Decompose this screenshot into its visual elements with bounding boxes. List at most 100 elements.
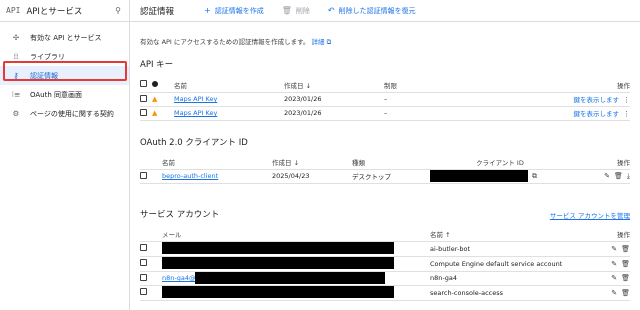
table-row: Compute Engine default service account ✎… [140,256,630,272]
download-icon[interactable]: ⤓ [627,172,630,180]
arrow-down-icon: ↓ [293,158,300,167]
delete-button[interactable]: 🗑 削除 [282,6,310,16]
main-content: 認証情報 + 認証情報を作成 🗑 削除 ↶ 削除した認証情報を復元 有効な AP… [130,0,640,310]
oauth-consent-icon: ⁝≡ [11,90,21,99]
enabled-apis-icon: ✣ [12,33,20,42]
sidebar-item-page-usage[interactable]: ⚙ ページの使用に関する契約 [0,104,129,123]
api-keys-title: API キー [140,60,174,70]
show-key-link[interactable]: 鍵を表示します [574,96,620,104]
trash-icon[interactable]: 🗑 [621,260,630,268]
service-accounts-title: サービス アカウント [140,210,220,220]
col-actions: 操作 [570,155,630,170]
table-header-row: 名前 作成日 ↓ 制限 操作 [140,78,630,93]
account-name: ai-butler-bot [430,241,590,257]
edit-icon[interactable]: ✎ [611,274,617,282]
trash-icon[interactable]: 🗑 [621,289,630,297]
col-name[interactable]: 名前 [162,155,272,170]
col-created-label: 作成日 [272,158,292,167]
row-checkbox[interactable] [140,244,147,251]
row-checkbox[interactable] [140,171,147,179]
col-client-id: クライアント ID [430,155,570,170]
trash-icon[interactable]: 🗑 [621,245,630,253]
details-link[interactable]: 詳細 ⧉ [312,38,332,46]
arrow-up-icon: ↑ [445,230,451,239]
table-row: ▲ Maps API Key 2023/01/26 – 鍵を表示します ⋮ [140,106,630,121]
col-name[interactable]: 名前 ↑ [430,227,590,242]
api-key-name[interactable]: Maps API Key [174,109,217,117]
details-link-label: 詳細 [311,38,325,46]
sidebar-item-oauth-consent[interactable]: ⁝≡ OAuth 同意画面 [0,85,129,104]
table-header-row: メール 名前 ↑ 操作 [140,227,630,242]
created-date: 2025/04/23 [272,169,352,184]
account-email[interactable]: n8n-ga4@ [162,274,195,282]
col-created[interactable]: 作成日 ↓ [284,78,384,93]
col-created-label: 作成日 [284,81,304,90]
row-checkbox[interactable] [140,94,147,102]
col-actions: 操作 [534,78,630,93]
delete-label: 削除 [295,6,310,15]
table-row: n8n-ga4@ n8n-ga4 ✎ 🗑 [140,271,630,286]
trash-icon[interactable]: 🗑 [621,274,630,282]
description-text: 有効な API にアクセスするための認証情報を作成します。 [140,38,310,46]
edit-icon[interactable]: ✎ [611,289,617,297]
edit-icon[interactable]: ✎ [611,260,617,268]
edit-icon[interactable]: ✎ [604,172,610,180]
trash-icon[interactable]: 🗑 [614,172,623,180]
more-vert-icon[interactable]: ⋮ [623,110,630,118]
service-accounts-table: メール 名前 ↑ 操作 ai-butler-bot ✎ 🗑 Compute Eng… [140,227,630,301]
col-name-label: 名前 [430,230,443,239]
account-name: search-console-access [430,285,590,301]
restore-label: 削除した認証情報を復元 [338,6,416,15]
table-row: ▲ Maps API Key 2023/01/26 – 鍵を表示します ⋮ [140,92,630,107]
col-created[interactable]: 作成日 ↓ [272,155,352,170]
pin-icon[interactable]: ⚲ [115,6,121,15]
row-checkbox[interactable] [140,108,147,116]
sidebar-title: APIとサービス [26,6,83,17]
col-restriction[interactable]: 制限 [384,78,534,93]
restore-button[interactable]: ↶ 削除した認証情報を復元 [328,6,416,16]
col-type[interactable]: 種類 [352,155,430,170]
table-row: search-console-access ✎ 🗑 [140,285,630,301]
redacted-email [162,241,394,254]
library-icon: ⁞⁞ [13,52,19,61]
sidebar-item-enabled-apis[interactable]: ✣ 有効な API とサービス [0,28,129,47]
arrow-down-icon: ↓ [305,81,312,90]
plus-icon: + [204,6,211,15]
created-date: 2023/01/26 [284,106,384,121]
table-row: bepro-auth-client 2025/04/23 デスクトップ ⧉ ✎ 🗑… [140,169,630,184]
api-logo: API [6,6,21,15]
row-checkbox[interactable] [140,273,147,281]
account-name: n8n-ga4 [430,271,590,286]
sidebar: API APIとサービス ⚲ ✣ 有効な API とサービス ⁞⁞ ライブラリ … [0,0,130,310]
redacted-email [162,256,394,269]
api-keys-table: 名前 作成日 ↓ 制限 操作 ▲ Maps API Key 2023/01/26… [140,78,630,121]
row-checkbox[interactable] [140,288,147,295]
col-actions: 操作 [590,227,630,242]
manage-service-accounts-link[interactable]: サービス アカウントを管理 [550,210,630,220]
redacted-email [195,272,386,284]
select-all-checkbox[interactable] [140,80,147,88]
create-credentials-label: 認証情報を作成 [214,6,264,15]
sidebar-item-label: ページの使用に関する契約 [30,109,114,118]
warning-icon: ▲ [152,109,158,117]
restriction: – [384,106,534,121]
row-checkbox[interactable] [140,259,147,266]
api-key-name[interactable]: Maps API Key [174,95,217,103]
create-credentials-button[interactable]: + 認証情報を作成 [204,6,264,16]
undo-icon: ↶ [327,6,335,15]
oauth-table: 名前 作成日 ↓ 種類 クライアント ID 操作 bepro-auth-clie… [140,155,630,184]
page-title: 認証情報 [140,6,175,17]
show-key-link[interactable]: 鍵を表示します [574,110,620,118]
client-name[interactable]: bepro-auth-client [162,172,218,180]
restriction: – [384,92,534,107]
oauth-title: OAuth 2.0 クライアント ID [140,138,248,148]
more-vert-icon[interactable]: ⋮ [623,96,630,104]
created-date: 2023/01/26 [284,92,384,107]
sidebar-header: API APIとサービス ⚲ [0,0,129,22]
col-email[interactable]: メール [162,227,430,242]
edit-icon[interactable]: ✎ [611,245,617,253]
sidebar-item-label: OAuth 同意画面 [30,90,83,99]
page-usage-icon: ⚙ [12,109,20,118]
col-name[interactable]: 名前 [174,78,284,93]
copy-icon[interactable]: ⧉ [532,172,537,180]
